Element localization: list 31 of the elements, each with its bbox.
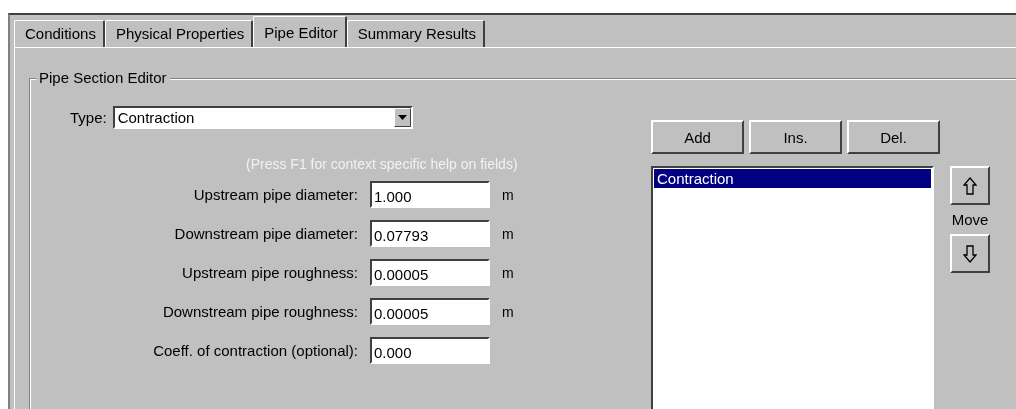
tab[interactable]: Summary Results: [346, 20, 485, 47]
field-label: Downstream pipe diameter:: [173, 225, 358, 242]
tab[interactable]: Conditions: [14, 20, 105, 47]
tab[interactable]: Pipe Editor: [253, 16, 347, 47]
action-button[interactable]: Ins.: [749, 120, 842, 154]
action-button[interactable]: Add: [651, 120, 744, 154]
input-field[interactable]: 0.00005: [370, 259, 490, 286]
field-label: Upstream pipe roughness:: [181, 264, 358, 281]
field-label: Type:: [70, 109, 107, 126]
up-arrow-icon: [963, 176, 977, 195]
unit-label: m: [502, 186, 515, 203]
move-up-button[interactable]: [950, 166, 990, 205]
dropdown-arrow-icon: [397, 115, 407, 120]
group-title: Pipe Section Editor: [36, 69, 170, 86]
input-field[interactable]: 1.000: [370, 181, 490, 208]
input-field[interactable]: 0.07793: [370, 220, 490, 247]
list-item[interactable]: Contraction: [654, 169, 931, 188]
down-arrow-icon: [963, 244, 977, 263]
input-field[interactable]: 0.000: [370, 337, 490, 364]
input-field[interactable]: 0.00005: [370, 298, 490, 325]
unit-label: m: [502, 303, 515, 320]
move-label: Move: [951, 211, 989, 228]
unit-label: m: [502, 264, 515, 281]
move-down-button[interactable]: [950, 234, 990, 273]
unit-label: m: [502, 225, 515, 242]
field-label: Downstream pipe roughness:: [161, 303, 358, 320]
type-dropdown[interactable]: Contraction: [112, 106, 413, 129]
field-label: Upstream pipe diameter:: [192, 186, 358, 203]
field-label: Coeff. of contraction (optional):: [152, 342, 358, 359]
tab[interactable]: Physical Properties: [104, 20, 254, 47]
action-button[interactable]: Del.: [847, 120, 940, 154]
